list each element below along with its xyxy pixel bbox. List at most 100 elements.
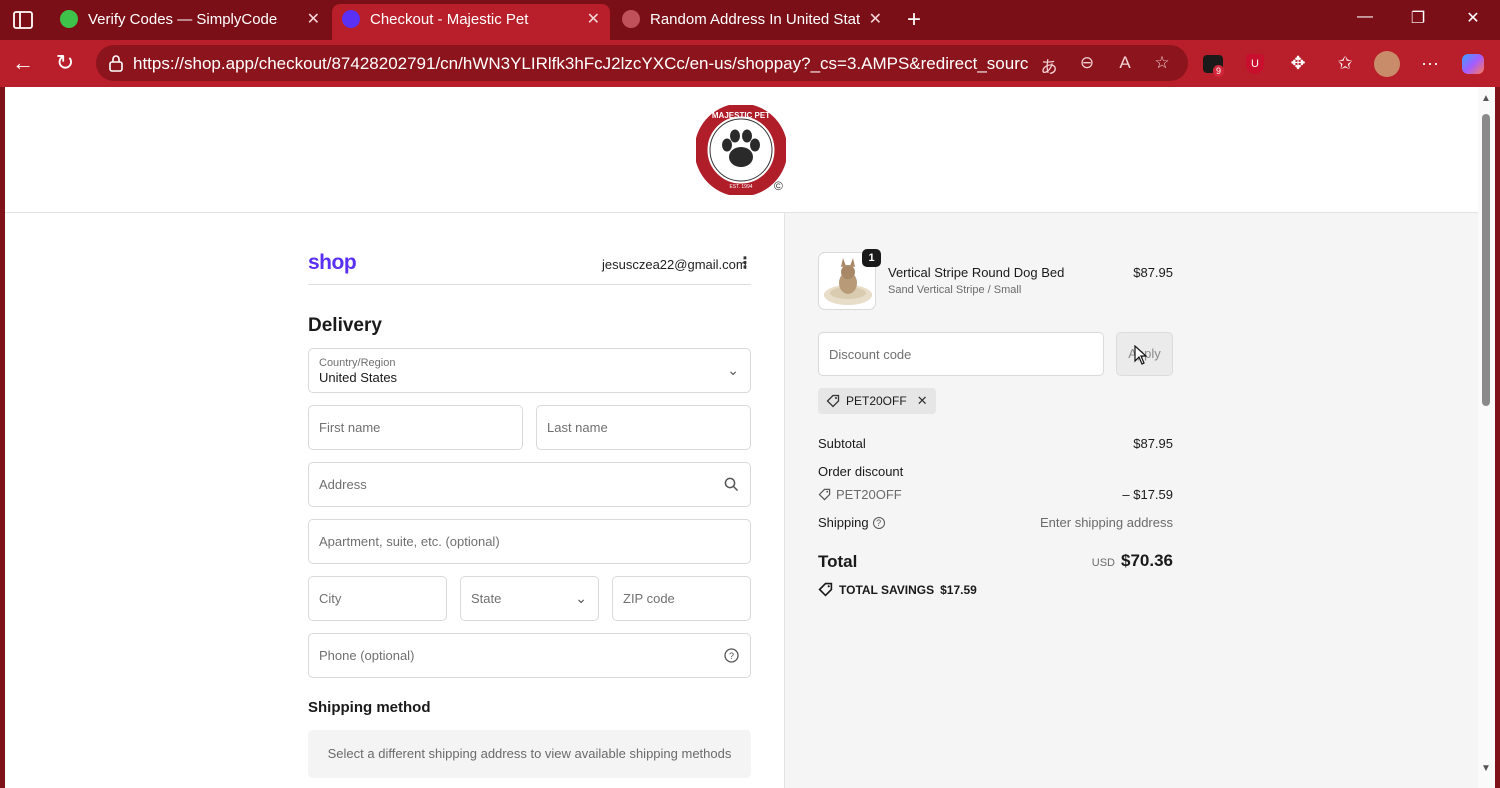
checkout-page: MAJESTIC PET EST. 1994 © shop jesusczea2… — [5, 87, 1478, 788]
favorites-icon[interactable]: ✩ — [1331, 50, 1359, 78]
more-menu-icon[interactable]: ··· — [1416, 50, 1444, 78]
back-icon[interactable]: ← — [9, 50, 37, 78]
quantity-badge: 1 — [862, 249, 881, 267]
total-value: $70.36 — [1121, 551, 1173, 570]
simplycodes-favicon-icon — [60, 10, 78, 28]
remove-discount-icon[interactable]: ✕ — [917, 388, 928, 414]
profile-avatar[interactable] — [1373, 50, 1401, 78]
tab-random-address[interactable]: Random Address In United States ✕ — [612, 4, 892, 40]
restore-icon[interactable]: ❐ — [1403, 8, 1433, 28]
first-name-field[interactable]: First name — [308, 405, 523, 450]
subtotal-value: $87.95 — [1133, 436, 1173, 451]
help-icon[interactable]: ? — [724, 648, 739, 663]
scrollbar-thumb[interactable] — [1482, 114, 1490, 406]
ublock-icon[interactable]: U — [1241, 50, 1269, 78]
favorite-star-icon[interactable]: ☆ — [1151, 53, 1173, 73]
tab-actions-icon[interactable] — [10, 8, 36, 32]
tab-title: Checkout - Majestic Pet — [370, 11, 529, 28]
extension-badge: 9 — [1213, 65, 1225, 77]
address-bar[interactable]: https://shop.app/checkout/87428202791/cn… — [96, 45, 1188, 81]
read-aloud-icon[interactable]: A — [1114, 53, 1136, 73]
search-icon — [724, 477, 739, 492]
extension-codes-icon[interactable]: 9 — [1199, 50, 1227, 78]
shop-pay-logo: shop — [308, 251, 357, 274]
window-border — [1495, 87, 1500, 788]
chevron-down-icon: ⌄ — [727, 362, 739, 378]
mouse-cursor-icon — [1134, 345, 1148, 365]
tab-title: Verify Codes — SimplyCodes — [88, 11, 278, 28]
city-placeholder: City — [319, 591, 342, 606]
random-address-favicon-icon — [622, 10, 640, 28]
discount-placeholder: Discount code — [829, 347, 912, 362]
new-tab-icon[interactable]: + — [900, 6, 928, 34]
close-window-icon[interactable]: ✕ — [1458, 8, 1488, 28]
scroll-down-icon[interactable]: ▼ — [1481, 763, 1491, 774]
tab-checkout[interactable]: Checkout - Majestic Pet ✕ — [332, 4, 610, 40]
tab-title: Random Address In United States — [650, 11, 860, 28]
tag-icon — [818, 582, 833, 597]
total-amount: USD $70.36 — [1005, 551, 1173, 571]
shop-favicon-icon — [342, 10, 360, 28]
total-label: Total — [818, 552, 858, 571]
divider — [308, 284, 751, 285]
translate-icon[interactable]: あ — [1038, 53, 1060, 78]
shipping-label: Shipping — [818, 515, 869, 530]
savings-label: TOTAL SAVINGS — [839, 582, 935, 597]
copilot-icon[interactable] — [1459, 50, 1487, 78]
copyright-mark: © — [774, 179, 783, 193]
first-name-placeholder: First name — [319, 420, 381, 435]
scroll-up-icon[interactable]: ▲ — [1481, 93, 1491, 104]
address-placeholder: Address — [319, 477, 367, 492]
refresh-icon[interactable]: ↻ — [51, 50, 79, 78]
order-discount-value: – $17.59 — [1122, 487, 1173, 502]
account-menu-icon[interactable]: ⋮ — [737, 253, 753, 273]
shipping-method-note: Select a different shipping address to v… — [308, 730, 751, 778]
close-tab-icon[interactable]: ✕ — [587, 9, 600, 29]
total-savings: TOTAL SAVINGS $17.59 — [818, 582, 977, 597]
product-variant: Sand Vertical Stripe / Small — [888, 284, 1022, 296]
country-label: Country/Region — [319, 357, 396, 369]
country-value: United States — [319, 370, 398, 385]
applied-code: PET20OFF — [846, 394, 907, 408]
shipping-method-heading: Shipping method — [308, 699, 431, 716]
tag-icon — [818, 488, 831, 501]
shipping-help-icon[interactable]: ? — [872, 517, 885, 529]
country-select[interactable]: Country/Region United States ⌄ — [308, 348, 751, 393]
close-tab-icon[interactable]: ✕ — [869, 9, 882, 29]
phone-field[interactable]: Phone (optional) ? — [308, 633, 751, 678]
product-name: Vertical Stripe Round Dog Bed — [888, 265, 1065, 280]
order-discount-code-row: PET20OFF — [818, 487, 902, 502]
page-scrollbar[interactable]: ▲ ▼ — [1478, 87, 1495, 788]
extensions-puzzle-icon[interactable]: ✥ — [1284, 50, 1312, 78]
logo-est-text: EST. 1994 — [729, 184, 752, 190]
close-tab-icon[interactable]: ✕ — [307, 9, 320, 29]
browser-toolbar: ← ↻ https://shop.app/checkout/8742820279… — [0, 40, 1500, 87]
discount-code-field[interactable]: Discount code — [818, 332, 1104, 376]
apartment-field[interactable]: Apartment, suite, etc. (optional) — [308, 519, 751, 564]
state-select[interactable]: State ⌄ — [460, 576, 599, 621]
state-placeholder: State — [471, 591, 502, 606]
shipping-row-label: Shipping? — [818, 515, 885, 530]
account-email: jesusczea22@gmail.com — [602, 257, 747, 272]
zoom-out-icon[interactable]: ⊖ — [1076, 53, 1098, 73]
delivery-heading: Delivery — [308, 315, 382, 336]
tab-simplycodes[interactable]: Verify Codes — SimplyCodes ✕ — [50, 4, 330, 40]
order-discount-label: Order discount — [818, 464, 904, 479]
chevron-down-icon: ⌄ — [575, 590, 587, 606]
lock-icon — [109, 55, 123, 72]
logo-text: MAJESTIC PET — [712, 111, 770, 120]
shipping-value: Enter shipping address — [1040, 515, 1173, 530]
address-field[interactable]: Address — [308, 462, 751, 507]
minimize-icon[interactable]: — — [1350, 8, 1380, 26]
url-text[interactable]: https://shop.app/checkout/87428202791/cn… — [133, 54, 1028, 74]
zip-placeholder: ZIP code — [623, 591, 675, 606]
tab-strip: Verify Codes — SimplyCodes ✕ Checkout - … — [0, 0, 1500, 40]
zip-field[interactable]: ZIP code — [612, 576, 751, 621]
apartment-placeholder: Apartment, suite, etc. (optional) — [319, 534, 500, 549]
majestic-pet-logo[interactable]: MAJESTIC PET EST. 1994 — [696, 105, 786, 195]
last-name-field[interactable]: Last name — [536, 405, 751, 450]
total-currency: USD — [1091, 557, 1115, 569]
city-field[interactable]: City — [308, 576, 447, 621]
phone-placeholder: Phone (optional) — [319, 648, 415, 663]
product-price: $87.95 — [1133, 265, 1173, 280]
